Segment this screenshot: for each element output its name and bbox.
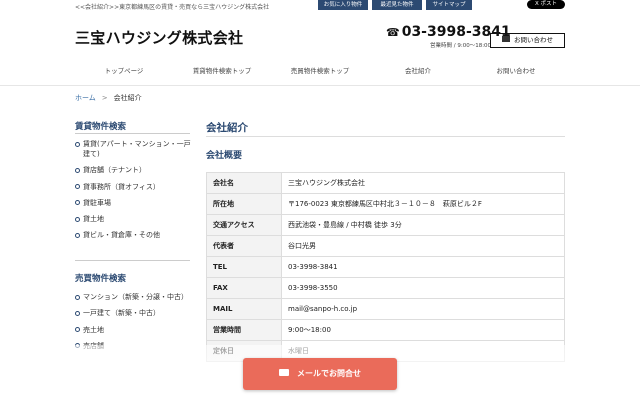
mail-inquiry-button[interactable]: メールでお問合せ [243,358,397,390]
bullet-icon [75,216,80,222]
table-row: 所在地 〒176-0023 東京都練馬区中村北３－１０－８ 萩原ビル２F [206,193,565,215]
sidebar-rent-list: 賃貸(アパート・マンション・一戸建て) 貸店舗（テナント） 貸事務所（貸オフィス… [75,139,193,247]
sidebar-item-rent-building[interactable]: 貸ビル・貸倉庫・その他 [75,230,193,240]
row-value: 9:00〜18:00 [281,319,565,341]
sidebar-sale-divider [75,260,190,261]
breadcrumb-home[interactable]: ホーム [75,94,96,102]
section-subtitle: 会社概要 [206,151,243,161]
sidebar-item-rent-store[interactable]: 貸店舗（テナント） [75,165,193,175]
sidebar-item-sale-land[interactable]: 売土地 [75,325,193,335]
row-label: 所在地 [206,193,282,215]
table-row: 代表者 谷口光男 [206,235,565,257]
title-divider [206,136,565,137]
sidebar-sale-title: 売買物件検索 [75,274,127,284]
contact-button[interactable]: お問い合わせ [490,33,565,48]
nav-item-top[interactable]: トップページ [75,64,173,78]
mail-icon [502,36,510,42]
nav-divider [0,85,640,86]
row-value: 三宝ハウジング株式会社 [281,172,565,194]
sidebar-item-rent-office[interactable]: 貸事務所（貸オフィス） [75,182,193,192]
phone-icon: ☎ [386,26,400,39]
breadcrumb-separator: > [101,94,108,102]
table-row: TEL 03-3998-3841 [206,256,565,278]
row-label: 営業時間 [206,319,282,341]
recently-viewed-button[interactable]: 最近見た物件 [372,0,422,10]
mail-inquiry-label: メールでお問合せ [297,369,361,378]
nav-item-rent-search[interactable]: 賃貸物件検索トップ [173,64,271,78]
bullet-icon [75,200,80,206]
table-row: FAX 03-3998-3550 [206,277,565,299]
favorites-button[interactable]: お気に入り物件 [318,0,368,10]
business-hours: 営業時間 / 9:00〜18:00 [430,43,492,49]
contact-button-label: お問い合わせ [514,36,553,44]
table-row: 交通アクセス 西武池袋・豊島線 / 中村橋 徒歩 3分 [206,214,565,236]
breadcrumb: ホーム > 会社紹介 [75,93,142,103]
row-label: MAIL [206,298,282,320]
sidebar-rent-divider [75,133,190,134]
nav-item-company[interactable]: 会社紹介 [369,64,467,78]
sidebar-rent-title: 賃貸物件検索 [75,122,127,132]
site-tagline: <<会社紹介>>東京都練馬区の賃貸・売買なら三宝ハウジング株式会社 [75,4,270,11]
nav-item-sale-search[interactable]: 売買物件検索トップ [271,64,369,78]
row-label: FAX [206,277,282,299]
row-label: 交通アクセス [206,214,282,236]
top-bar: <<会社紹介>>東京都練馬区の賃貸・売買なら三宝ハウジング株式会社 お気に入り物… [0,0,640,12]
bullet-icon [75,184,80,190]
breadcrumb-current: 会社紹介 [113,94,142,102]
sidebar-item-sale-mansion[interactable]: マンション（新築・分譲・中古） [75,292,193,302]
row-value: 03-3998-3550 [281,277,565,299]
bullet-icon [75,294,80,300]
table-row: 会社名 三宝ハウジング株式会社 [206,172,565,194]
site-logo[interactable]: 三宝ハウジング株式会社 [75,27,243,48]
sidebar-item-rent-land[interactable]: 貸土地 [75,214,193,224]
company-info-table: 会社名 三宝ハウジング株式会社 所在地 〒176-0023 東京都練馬区中村北３－１… [206,172,565,362]
table-row: 営業時間 9:00〜18:00 [206,319,565,341]
envelope-icon [279,369,289,376]
row-value: 〒176-0023 東京都練馬区中村北３－１０－８ 萩原ビル２F [281,193,565,215]
page-title: 会社紹介 [206,122,248,134]
row-label: 代表者 [206,235,282,257]
sidebar-item-sale-house[interactable]: 一戸建て（新築・中古） [75,308,193,318]
row-value: 西武池袋・豊島線 / 中村橋 徒歩 3分 [281,214,565,236]
bullet-icon [75,141,80,147]
row-value: 谷口光男 [281,235,565,257]
bullet-icon [75,232,80,238]
nav-item-contact[interactable]: お問い合わせ [467,64,565,78]
sidebar-item-rent-parking[interactable]: 貸駐車場 [75,198,193,208]
row-label: TEL [206,256,282,278]
table-row: MAIL mail@sanpo-h.co.jp [206,298,565,320]
bullet-icon [75,167,80,173]
main-nav: トップページ 賃貸物件検索トップ 売買物件検索トップ 会社紹介 お問い合わせ [75,64,565,78]
bullet-icon [75,310,80,316]
sidebar-item-rent-residential[interactable]: 賃貸(アパート・マンション・一戸建て) [75,139,193,159]
row-value: 03-3998-3841 [281,256,565,278]
row-value[interactable]: mail@sanpo-h.co.jp [281,298,565,320]
sitemap-button[interactable]: サイトマップ [426,0,472,10]
x-post-button[interactable]: X ポスト [527,0,565,9]
bullet-icon [75,327,80,333]
row-label: 会社名 [206,172,282,194]
